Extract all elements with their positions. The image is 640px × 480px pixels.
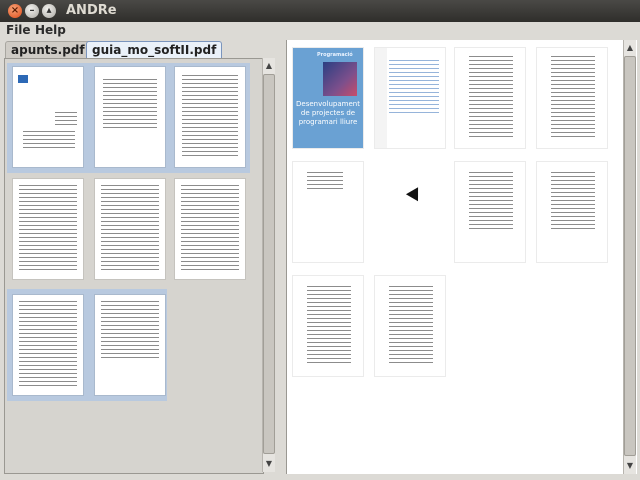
tab-apunts[interactable]: apunts.pdf — [5, 41, 91, 58]
page-text-lines — [55, 112, 77, 126]
page-text-lines — [101, 185, 159, 271]
thumbnail-page-6[interactable] — [175, 179, 245, 279]
cover-title-line1: Desenvolupament — [296, 100, 360, 108]
thumbnail-page-8[interactable] — [95, 295, 165, 395]
page-text-lines — [389, 60, 439, 116]
minimize-icon: – — [29, 5, 35, 16]
thumbnail-page-2[interactable] — [95, 67, 165, 167]
page-text-lines — [389, 286, 433, 366]
scrollbar-thumb[interactable] — [263, 74, 275, 454]
window-titlebar: × – ▴ ANDRe — [0, 0, 640, 22]
thumbnail-page-1[interactable] — [13, 67, 83, 167]
menu-file[interactable]: File — [6, 23, 31, 37]
scroll-up-arrow-icon[interactable]: ▲ — [263, 60, 275, 72]
cover-photo — [323, 62, 357, 96]
scroll-down-arrow-icon[interactable]: ▼ — [624, 460, 636, 472]
pane-splitter[interactable] — [278, 40, 284, 474]
right-page-8[interactable] — [537, 162, 607, 262]
thumbnail-page-3[interactable] — [175, 67, 245, 167]
window-title: ANDRe — [66, 3, 117, 18]
scrollbar-thumb[interactable] — [624, 56, 636, 456]
close-icon: × — [10, 5, 20, 16]
page-text-lines — [103, 79, 157, 129]
page-text-lines — [551, 56, 595, 140]
scroll-down-arrow-icon[interactable]: ▼ — [263, 458, 275, 470]
cover-header-label: Programació — [317, 52, 353, 58]
page-text-lines — [23, 131, 75, 149]
right-page-4[interactable] — [537, 48, 607, 148]
menubar: File Help — [0, 22, 640, 40]
right-page-10[interactable] — [375, 276, 445, 376]
page-text-lines — [182, 75, 238, 157]
page-text-lines — [181, 185, 239, 271]
thumbnail-page-5[interactable] — [95, 179, 165, 279]
page-text-lines — [19, 301, 77, 387]
thumbnail-page-7[interactable] — [13, 295, 83, 395]
minimize-window-button[interactable]: – — [25, 4, 39, 18]
right-page-cover[interactable]: Programació Desenvolupament de projectes… — [293, 48, 363, 148]
page-text-lines — [19, 185, 77, 271]
page-text-lines — [101, 301, 159, 361]
right-page-9[interactable] — [293, 276, 363, 376]
page-text-lines — [551, 172, 595, 232]
right-scrollbar[interactable]: ▲ ▼ — [623, 40, 636, 474]
right-page-7[interactable] — [455, 162, 525, 262]
thumbnail-grid — [4, 58, 264, 474]
left-pane: apunts.pdf guia_mo_softII.pdf ▲ ▼ — [4, 40, 276, 474]
right-pane: Programació Desenvolupament de projectes… — [286, 40, 637, 474]
menu-help[interactable]: Help — [35, 23, 66, 37]
right-page-3[interactable] — [455, 48, 525, 148]
scroll-up-arrow-icon[interactable]: ▲ — [624, 42, 636, 54]
page-text-lines — [307, 172, 343, 190]
tab-guia-mo-softii[interactable]: guia_mo_softII.pdf — [86, 41, 223, 58]
right-page-5[interactable] — [293, 162, 363, 262]
maximize-icon: ▴ — [46, 5, 52, 16]
page-text-lines — [307, 286, 351, 366]
page-text-lines — [469, 172, 513, 232]
cover-title-line3: programari lliure — [298, 118, 358, 126]
mouse-pointer-icon — [405, 187, 425, 205]
right-page-2[interactable] — [375, 48, 445, 148]
logo-icon — [18, 75, 28, 83]
left-scrollbar[interactable]: ▲ ▼ — [262, 58, 275, 472]
maximize-window-button[interactable]: ▴ — [42, 4, 56, 18]
cover-title-line2: de projectes de — [300, 109, 356, 117]
close-window-button[interactable]: × — [8, 4, 22, 18]
page-text-lines — [469, 56, 513, 140]
thumbnail-page-4[interactable] — [13, 179, 83, 279]
